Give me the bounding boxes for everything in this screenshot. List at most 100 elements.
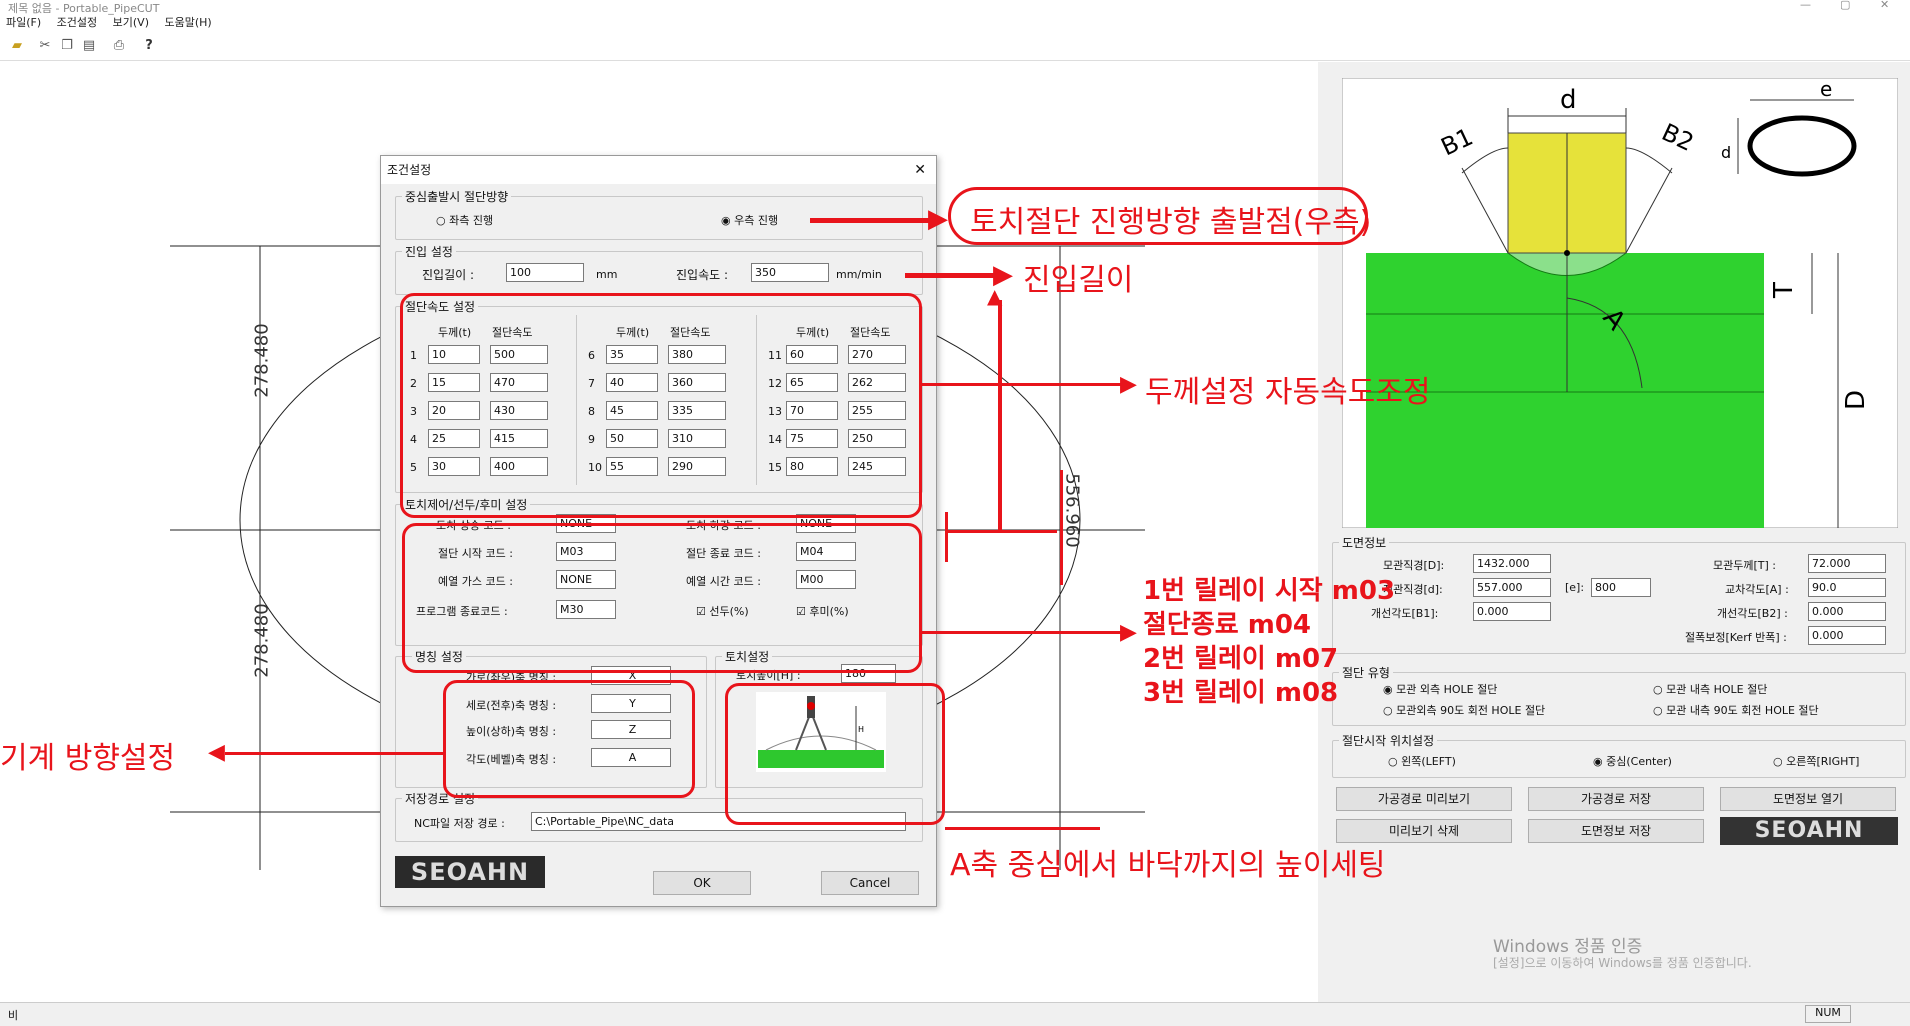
cut-pos-right-radio[interactable]: ○ 오른쪽[RIGHT] — [1773, 753, 1859, 769]
dialog-title: 조건설정 — [387, 163, 432, 177]
entry-length-input[interactable]: 100 — [506, 263, 584, 282]
annotation-relay-end: 절단종료 m04 — [1143, 610, 1312, 640]
annotation-arrow-codes — [922, 631, 1132, 634]
close-window-icon[interactable]: ✕ — [1880, 0, 1889, 11]
bevel-b2-input[interactable]: 0.000 — [1808, 602, 1886, 621]
dimension-right-label: 556.960 — [1061, 473, 1083, 548]
open-drawing-button[interactable]: 도면정보 열기 — [1720, 787, 1896, 811]
svg-text:D: D — [1841, 390, 1871, 410]
status-text: 비 — [8, 1009, 19, 1022]
annotation-torch-height: A축 중심에서 바닥까지의 높이세팅 — [950, 848, 1386, 883]
cut-pos-center-radio[interactable]: ◉ 중심(Center) — [1593, 753, 1672, 769]
annotation-relay-2: 2번 릴레이 m07 — [1143, 644, 1339, 674]
radio-right-direction[interactable]: ◉ 우측 진행 — [721, 212, 778, 228]
e-input[interactable]: 800 — [1591, 578, 1651, 597]
save-path-label: NC파일 저장 경로 : — [414, 817, 505, 830]
svg-text:d: d — [1721, 143, 1731, 162]
annotation-arrow-entry — [905, 273, 1005, 278]
annotation-relay-1: 1번 릴레이 시작 m03 — [1143, 576, 1396, 606]
open-folder-icon[interactable]: ▰ — [8, 37, 26, 55]
annotation-hline-entry — [945, 530, 1057, 533]
maximize-icon[interactable]: ▢ — [1840, 0, 1850, 11]
direction-group-label: 중심출발시 절단방향 — [402, 188, 512, 205]
annotation-box-torch — [725, 683, 945, 825]
entry-group: 진입 설정 진입길이 : 100 mm 진입속도 : 350 mm/min — [395, 243, 923, 295]
arrowhead-icon: ▲ — [987, 284, 1003, 308]
paste-icon[interactable]: ▤ — [80, 37, 98, 55]
svg-text:e: e — [1820, 78, 1832, 101]
save-drawing-button[interactable]: 도면정보 저장 — [1528, 819, 1704, 843]
branch-diameter-input[interactable]: 557.000 — [1473, 578, 1551, 597]
cross-angle-input[interactable]: 90.0 — [1808, 578, 1886, 597]
cut-position-group: 절단시작 위치설정 ○ 왼쪽(LEFT) ◉ 중심(Center) ○ 오른쪽[… — [1332, 732, 1906, 778]
cut-type-label: 절단 유형 — [1339, 664, 1393, 681]
e-label: [e]: — [1565, 581, 1585, 594]
pipe-diagram: d e B1 B2 A T D d — [1342, 78, 1898, 528]
menu-file[interactable]: 파일(F) — [6, 14, 41, 30]
dimension-bottom-label: 278.480 — [251, 603, 273, 678]
activation-watermark-text: [설정]으로 이동하여 Windows를 정품 인증합니다. — [1493, 956, 1752, 970]
bevel-b1-input[interactable]: 0.000 — [1473, 602, 1551, 621]
copy-icon[interactable]: ❐ — [58, 37, 76, 55]
save-path-button[interactable]: 가공경로 저장 — [1528, 787, 1704, 811]
menu-conditions[interactable]: 조건설정 — [57, 14, 97, 30]
help-icon[interactable]: ? — [140, 37, 158, 55]
annotation-arrow-speed — [922, 383, 1132, 386]
annotation-tick-right — [1060, 470, 1063, 585]
menu-bar: 파일(F) 조건설정 보기(V) 도움말(H) — [0, 14, 1910, 34]
ok-button[interactable]: OK — [653, 871, 751, 895]
cut-type-group: 절단 유형 ◉ 모관 외측 HOLE 절단 ○ 모관 내측 HOLE 절단 ○ … — [1332, 664, 1906, 726]
entry-speed-unit: mm/min — [836, 268, 882, 281]
entry-speed-input[interactable]: 350 — [751, 263, 829, 282]
cut-type-inner90-radio[interactable]: ○ 모관 내측 90도 회전 HOLE 절단 — [1653, 702, 1819, 718]
annotation-axis: 기계 방향설정 — [0, 741, 176, 776]
cut-type-outer-radio[interactable]: ◉ 모관 외측 HOLE 절단 — [1383, 681, 1497, 697]
cut-pos-left-radio[interactable]: ○ 왼쪽(LEFT) — [1388, 753, 1456, 769]
cancel-button[interactable]: Cancel — [821, 871, 919, 895]
cut-position-label: 절단시작 위치설정 — [1339, 732, 1438, 749]
menu-view[interactable]: 보기(V) — [113, 14, 149, 30]
cut-type-outer90-radio[interactable]: ○ 모관외측 90도 회전 HOLE 절단 — [1383, 702, 1545, 718]
arrowhead-icon: ▶ — [1120, 372, 1137, 397]
drawing-info-label: 도면정보 — [1339, 534, 1390, 551]
annotation-arrow-direction — [810, 218, 940, 223]
window-title-bar: 제목 없음 - Portable_PipeCUT — ▢ ✕ — [0, 0, 1910, 15]
cut-type-inner-radio[interactable]: ○ 모관 내측 HOLE 절단 — [1653, 681, 1767, 697]
entry-length-unit: mm — [596, 268, 618, 281]
annotation-vline-entry — [998, 300, 1002, 532]
kerf-input[interactable]: 0.000 — [1808, 626, 1886, 645]
dialog-close-icon[interactable]: ✕ — [914, 156, 926, 184]
toolbar: ▰ ✂ ❐ ▤ ⎙ ? — [0, 34, 1910, 61]
arrowhead-icon: ▶ — [1120, 620, 1137, 645]
cut-icon[interactable]: ✂ — [36, 37, 54, 55]
annotation-arrow-axis — [225, 752, 443, 755]
right-panel: d e B1 B2 A T D d 도면정보 모관직경[D]: 1432.000… — [1318, 62, 1910, 1002]
dialog-title-bar: 조건설정 ✕ — [381, 156, 936, 184]
annotation-box-axis — [443, 680, 695, 798]
dimension-top-label: 278.480 — [251, 323, 273, 398]
bevel-b2-label: 개선각도[B2] : — [1717, 607, 1788, 620]
annotation-entry-length: 진입길이 — [1023, 263, 1134, 298]
pipe-thickness-input[interactable]: 72.000 — [1808, 554, 1886, 573]
radio-left-direction[interactable]: ○ 좌측 진행 — [436, 212, 493, 228]
minimize-icon[interactable]: — — [1800, 0, 1811, 11]
menu-help[interactable]: 도움말(H) — [165, 14, 212, 30]
annotation-box-speed — [400, 293, 922, 518]
seoahn-logo: SEOAHN — [395, 856, 545, 888]
arrowhead-icon: ◀ — [208, 740, 225, 765]
kerf-label: 절폭보정[Kerf 반폭] : — [1685, 631, 1787, 644]
cross-angle-label: 교차각도[A] : — [1725, 583, 1789, 596]
status-bar: 비 NUM — [0, 1002, 1910, 1026]
svg-text:d: d — [1560, 85, 1577, 115]
print-icon[interactable]: ⎙ — [110, 37, 128, 55]
entry-group-label: 진입 설정 — [402, 243, 456, 260]
preview-path-button[interactable]: 가공경로 미리보기 — [1336, 787, 1512, 811]
entry-speed-label: 진입속도 : — [676, 268, 729, 282]
annotation-direction: 토치절단 진행방향 출발점(우측) — [970, 205, 1372, 240]
num-lock-indicator: NUM — [1805, 1005, 1851, 1023]
pipe-diameter-input[interactable]: 1432.000 — [1473, 554, 1551, 573]
annotation-speed: 두께설정 자동속도조정 — [1145, 375, 1431, 410]
bevel-b1-label: 개선각도[B1]: — [1371, 607, 1439, 620]
svg-text:T: T — [1769, 282, 1799, 299]
annotation-relay-3: 3번 릴레이 m08 — [1143, 678, 1339, 708]
